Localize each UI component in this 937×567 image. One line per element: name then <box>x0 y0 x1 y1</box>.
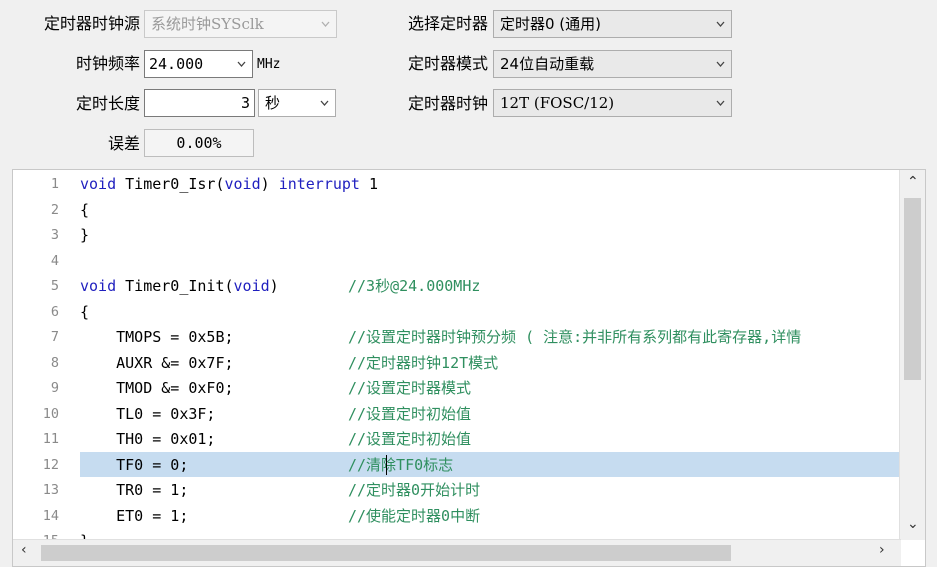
select-timer-label: 选择定时器 <box>407 14 488 33</box>
code-line: } <box>80 223 89 249</box>
code-line: TL0 = 0x3F; //设置定时初始值 <box>80 402 471 428</box>
line-number: 7 <box>50 329 59 345</box>
code-text: { <box>80 302 90 321</box>
clock-source-select: 系统时钟SYSclk <box>144 10 337 38</box>
line-number: 12 <box>42 456 59 473</box>
code-comment: //定时器时钟12T模式 <box>348 353 499 372</box>
line-number: 9 <box>50 380 59 396</box>
chevron-down-icon <box>716 19 725 28</box>
code-line: AUXR &= 0x7F; //定时器时钟12T模式 <box>80 351 498 377</box>
timer-length-unit-select[interactable]: 秒 <box>258 89 336 117</box>
scroll-left-icon[interactable]: ‹ <box>21 542 27 558</box>
code-text: TH0 = 0x01; <box>80 430 216 448</box>
line-number: 13 <box>42 482 59 498</box>
code-line: TF0 = 0; //清除TF0标志 <box>80 453 453 479</box>
line-number: 10 <box>42 405 59 422</box>
clock-freq-combobox[interactable]: 24.000 <box>144 50 253 78</box>
line-number: 14 <box>42 507 59 524</box>
code-comment: //设置定时初始值 <box>348 404 472 423</box>
text-caret <box>386 455 387 475</box>
line-number: 1 <box>50 176 59 192</box>
code-line: ET0 = 1; //使能定时器0中断 <box>80 504 480 530</box>
code-line: { <box>80 198 89 224</box>
code-text: } <box>80 226 90 244</box>
code-text: void Timer0_Init(void) <box>80 277 279 295</box>
chevron-down-icon[interactable] <box>237 59 246 68</box>
scroll-down-icon[interactable]: ⌄ <box>907 516 919 532</box>
timer-mode-value: 24位自动重载 <box>500 55 595 73</box>
timer-clock-dropdown[interactable]: 12T (FOSC/12) <box>493 89 732 117</box>
timer-mode-dropdown[interactable]: 24位自动重载 <box>493 50 732 78</box>
line-number: 3 <box>50 227 59 243</box>
select-timer-dropdown[interactable]: 定时器0 (通用) <box>493 10 732 38</box>
code-editor[interactable]: 123456789101112131415 void Timer0_Isr(vo… <box>12 169 926 567</box>
vertical-scroll-thumb[interactable] <box>904 198 921 380</box>
code-comment: //设置定时器模式 <box>348 379 472 397</box>
code-comment: //3秒@24.000MHz <box>348 277 481 295</box>
chevron-down-icon <box>716 98 725 107</box>
timer-mode-label: 定时器模式 <box>407 54 488 73</box>
code-line: TH0 = 0x01; //设置定时初始值 <box>80 427 471 453</box>
scroll-up-icon[interactable]: ⌃ <box>907 174 919 190</box>
line-number: 2 <box>50 201 59 218</box>
clock-freq-label: 时钟频率 <box>75 54 140 73</box>
select-timer-value: 定时器0 (通用) <box>500 15 602 33</box>
code-comment: //使能定时器0中断 <box>348 506 481 525</box>
code-comment: //定时器0开始计时 <box>348 481 481 499</box>
line-number: 6 <box>50 303 59 320</box>
timer-clock-label: 定时器时钟 <box>407 94 488 113</box>
code-comment: //清除TF0标志 <box>348 455 454 474</box>
line-number: 5 <box>50 278 59 294</box>
code-text: TR0 = 1; <box>80 481 189 499</box>
code-text: TL0 = 0x3F; <box>80 404 216 423</box>
chevron-down-icon <box>321 19 330 28</box>
code-line: void Timer0_Isr(void) interrupt 1 <box>80 172 378 198</box>
code-comment: //设置定时初始值 <box>348 430 472 448</box>
horizontal-scrollbar[interactable]: ‹ › <box>13 539 901 566</box>
line-number: 11 <box>42 431 59 447</box>
current-line-highlight <box>80 452 900 477</box>
clock-source-label: 定时器时钟源 <box>43 14 140 33</box>
line-number: 8 <box>50 354 59 371</box>
code-line: { <box>80 300 89 326</box>
clock-freq-unit: MHz <box>257 57 281 72</box>
clock-source-value: 系统时钟SYSclk <box>151 15 264 33</box>
chevron-down-icon <box>716 59 725 68</box>
chevron-down-icon <box>320 98 329 107</box>
timer-length-label: 定时长度 <box>75 94 140 113</box>
error-label: 误差 <box>107 134 140 153</box>
code-text: TMOD &= 0xF0; <box>80 379 234 397</box>
code-text: AUXR &= 0x7F; <box>80 353 234 372</box>
timer-clock-value: 12T (FOSC/12) <box>500 94 615 112</box>
timer-length-input[interactable]: 3 <box>144 89 255 117</box>
code-text: { <box>80 200 90 219</box>
code-text: TMOPS = 0x5B; <box>80 328 234 346</box>
code-line: TMOPS = 0x5B; //设置定时器时钟预分频 ( 注意:并非所有系列都有此… <box>80 325 801 351</box>
vertical-scrollbar[interactable]: ⌃ ⌄ <box>899 170 925 540</box>
code-line: void Timer0_Init(void) //3秒@24.000MHz <box>80 274 480 300</box>
code-text: ET0 = 1; <box>80 506 189 525</box>
scroll-right-icon[interactable]: › <box>879 542 885 558</box>
code-line: TMOD &= 0xF0; //设置定时器模式 <box>80 376 471 402</box>
clock-freq-value: 24.000 <box>149 55 204 73</box>
code-text: TF0 = 0; <box>80 455 189 474</box>
error-value: 0.00% <box>144 129 254 157</box>
horizontal-scroll-thumb[interactable] <box>41 545 731 561</box>
timer-length-unit: 秒 <box>265 94 281 112</box>
code-comment: //设置定时器时钟预分频 ( 注意:并非所有系列都有此寄存器,详情 <box>348 328 802 346</box>
code-line: TR0 = 1; //定时器0开始计时 <box>80 478 480 504</box>
line-number: 4 <box>50 252 59 269</box>
code-text: void Timer0_Isr(void) interrupt 1 <box>80 175 379 193</box>
